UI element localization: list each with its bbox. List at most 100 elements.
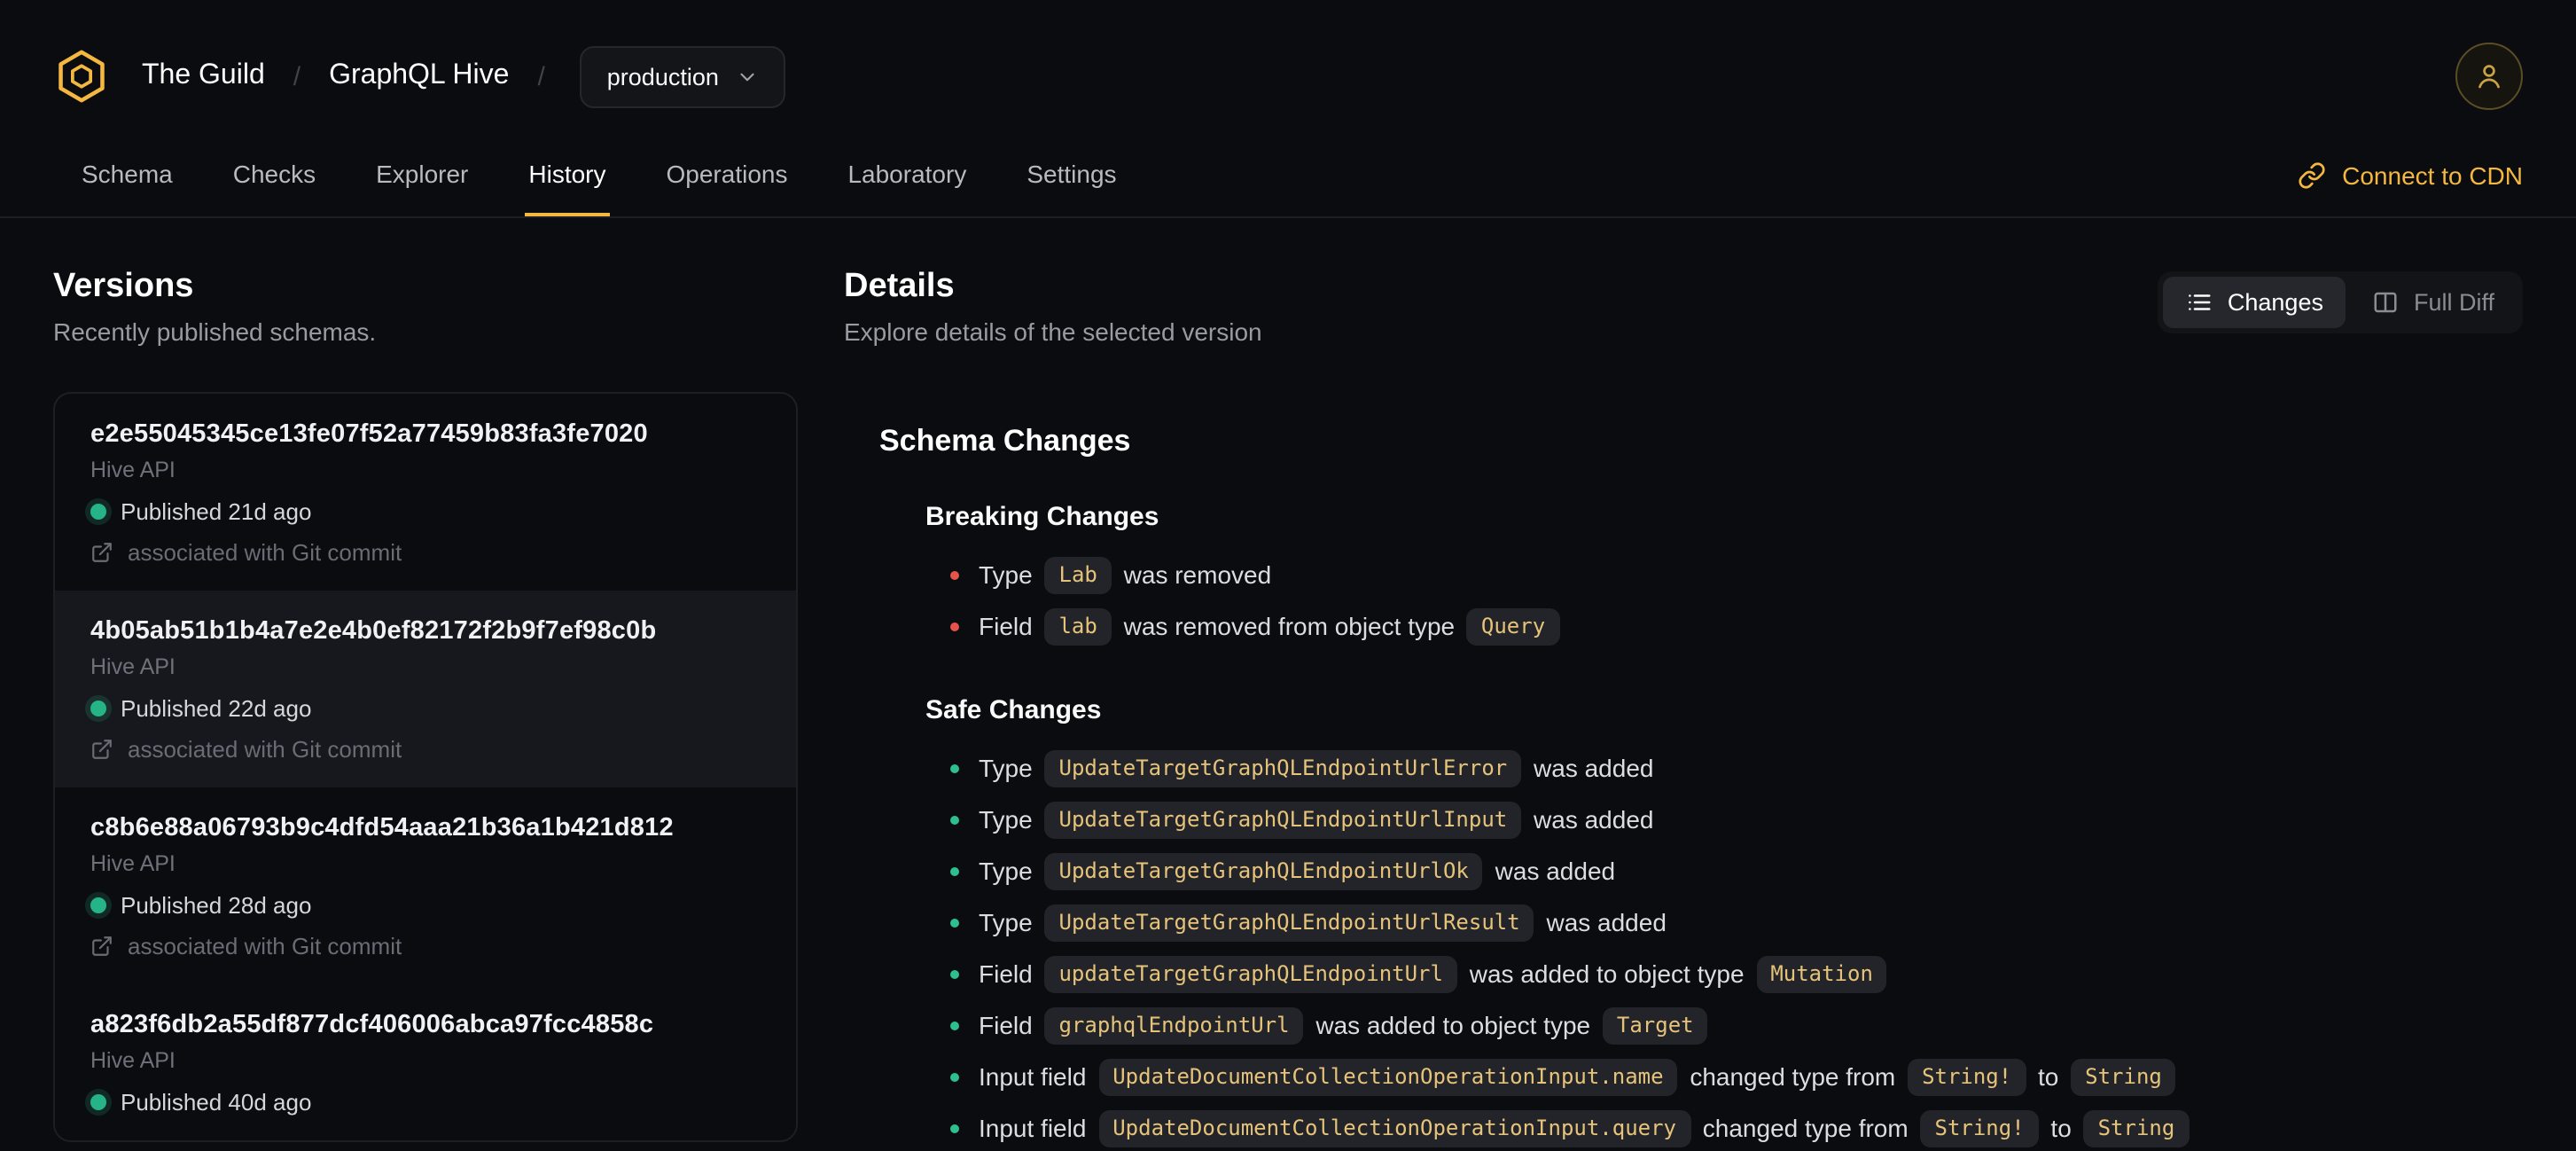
change-row: Type UpdateTargetGraphQLEndpointUrlError… [950,743,2523,795]
hive-logo-icon[interactable] [53,48,110,105]
version-git-link[interactable]: associated with Git commit [90,933,761,959]
code-chip: updateTargetGraphQLEndpointUrl [1044,956,1457,993]
main-content: Versions Recently published schemas. e2e… [0,218,2576,1151]
version-service: Hive API [90,458,176,482]
list-icon [2190,294,2212,310]
published-status-dot [90,701,106,716]
version-card[interactable]: 4b05ab51b1b4a7e2e4b0ef82172f2b9f7ef98c0b… [55,591,796,787]
tab-settings[interactable]: Settings [1023,135,1120,216]
breadcrumb: The Guild / GraphQL Hive / production [142,45,786,107]
bullet-dot [950,764,959,773]
change-text: Type [979,560,1040,589]
change-row: Field lab was removed from object type Q… [950,601,2523,653]
safe-changes-title: Safe Changes [925,695,1102,725]
change-text: to [2031,1062,2066,1091]
code-chip: UpdateTargetGraphQLEndpointUrlError [1044,750,1522,787]
details-heading-block: Details Explore details of the selected … [844,268,1262,346]
version-service: Hive API [90,654,176,679]
schema-changes-section: Schema Changes Breaking Changes Type Lab… [844,424,2523,1151]
connect-cdn-link[interactable]: Connect to CDN [2298,135,2523,216]
code-chip: String! [1920,1110,2039,1147]
tab-label: Explorer [376,160,469,188]
version-card[interactable]: a823f6db2a55df877dcf406006abca97fcc4858c… [55,984,796,1140]
published-text: Published 22d ago [121,695,312,722]
change-text: was added [1526,805,1654,834]
change-row-content: Type UpdateTargetGraphQLEndpointUrlResul… [979,897,1667,949]
change-text: Type [979,754,1040,782]
version-service: Hive API [90,1048,176,1073]
breadcrumb-separator: / [293,61,301,91]
safe-changes-list: Type UpdateTargetGraphQLEndpointUrlError… [879,743,2523,1151]
version-card[interactable]: c8b6e88a06793b9c4dfd54aaa21b36a1b421d812… [55,787,796,984]
nav-tabs: Schema Checks Explorer History Operations Lab… [53,135,1120,216]
code-chip: UpdateDocumentCollectionOperationInput.n… [1098,1059,1678,1096]
bullet-dot [950,970,959,979]
change-text: was added [1526,754,1654,782]
change-row: Field graphqlEndpointUrl was added to ob… [950,1000,2523,1052]
tab-label: Checks [232,160,316,188]
breaking-changes-group: Breaking Changes Type Lab was removed Fi… [879,502,2523,653]
tab-schema[interactable]: Schema [78,135,176,216]
external-link-icon [92,936,112,956]
target-selector[interactable]: production [580,45,786,107]
bullet-dot [950,1124,959,1133]
change-row: Type UpdateTargetGraphQLEndpointUrlInput… [950,795,2523,846]
code-chip: Target [1602,1007,1708,1045]
change-text: to [2043,1114,2079,1142]
changes-view-button[interactable]: Changes [2163,277,2346,328]
code-chip: Mutation [1756,956,1887,993]
tab-history[interactable]: History [525,135,610,216]
version-status: Published 22d ago [90,695,761,722]
change-row: Input field UpdateDocumentCollectionOper… [950,1103,2523,1151]
versions-panel: Versions Recently published schemas. e2e… [53,268,798,1151]
change-row: Input field UpdateDocumentCollectionOper… [950,1052,2523,1103]
published-status-dot [90,1094,106,1110]
external-link-icon [92,543,112,562]
published-text: Published 40d ago [121,1089,312,1116]
change-text: was added to object type [1308,1011,1597,1039]
versions-title: Versions [53,268,194,305]
change-row-content: Input field UpdateDocumentCollectionOper… [979,1103,2194,1151]
version-git-link[interactable]: associated with Git commit [90,539,761,566]
tab-operations[interactable]: Operations [663,135,792,216]
change-text: Type [979,857,1040,885]
published-status-dot [90,897,106,913]
breadcrumb-org[interactable]: The Guild [142,60,265,92]
bullet-dot [950,1022,959,1030]
change-row-content: Field graphqlEndpointUrl was added to ob… [979,1000,1713,1052]
code-chip: UpdateTargetGraphQLEndpointUrlResult [1044,904,1534,942]
code-chip: Query [1466,608,1560,646]
details-title: Details [844,268,955,305]
breadcrumb-project[interactable]: GraphQL Hive [329,60,509,92]
version-git-link[interactable]: associated with Git commit [90,736,761,763]
full-diff-view-label: Full Diff [2413,289,2494,316]
tab-laboratory[interactable]: Laboratory [844,135,970,216]
change-text: Type [979,908,1040,936]
code-chip: UpdateDocumentCollectionOperationInput.q… [1098,1110,1690,1147]
user-avatar[interactable] [2455,43,2523,110]
version-card[interactable]: e2e55045345ce13fe07f52a77459b83fa3fe7020… [55,394,796,591]
change-text: Input field [979,1114,1094,1142]
change-text: was added [1487,857,1616,885]
connect-cdn-label: Connect to CDN [2342,161,2523,190]
link-icon [2299,162,2325,189]
change-text: Field [979,959,1040,988]
target-selector-value: production [606,63,719,90]
tab-explorer[interactable]: Explorer [372,135,472,216]
change-text: Field [979,612,1040,640]
bullet-dot [950,571,959,580]
version-service: Hive API [90,851,176,876]
tab-label: Settings [1026,160,1117,188]
breadcrumb-separator: / [537,61,545,91]
published-text: Published 21d ago [121,498,312,525]
change-row-content: Type UpdateTargetGraphQLEndpointUrlOk wa… [979,846,1615,897]
tab-checks[interactable]: Checks [230,135,319,216]
code-chip: String! [1908,1059,2026,1096]
details-subtitle: Explore details of the selected version [844,317,1262,346]
change-text: changed type from [1696,1114,1916,1142]
details-header: Details Explore details of the selected … [844,268,2523,346]
published-status-dot [90,504,106,520]
view-toggle: Changes Full Diff [2158,271,2523,333]
full-diff-view-button[interactable]: Full Diff [2350,277,2517,328]
bullet-dot [950,622,959,631]
